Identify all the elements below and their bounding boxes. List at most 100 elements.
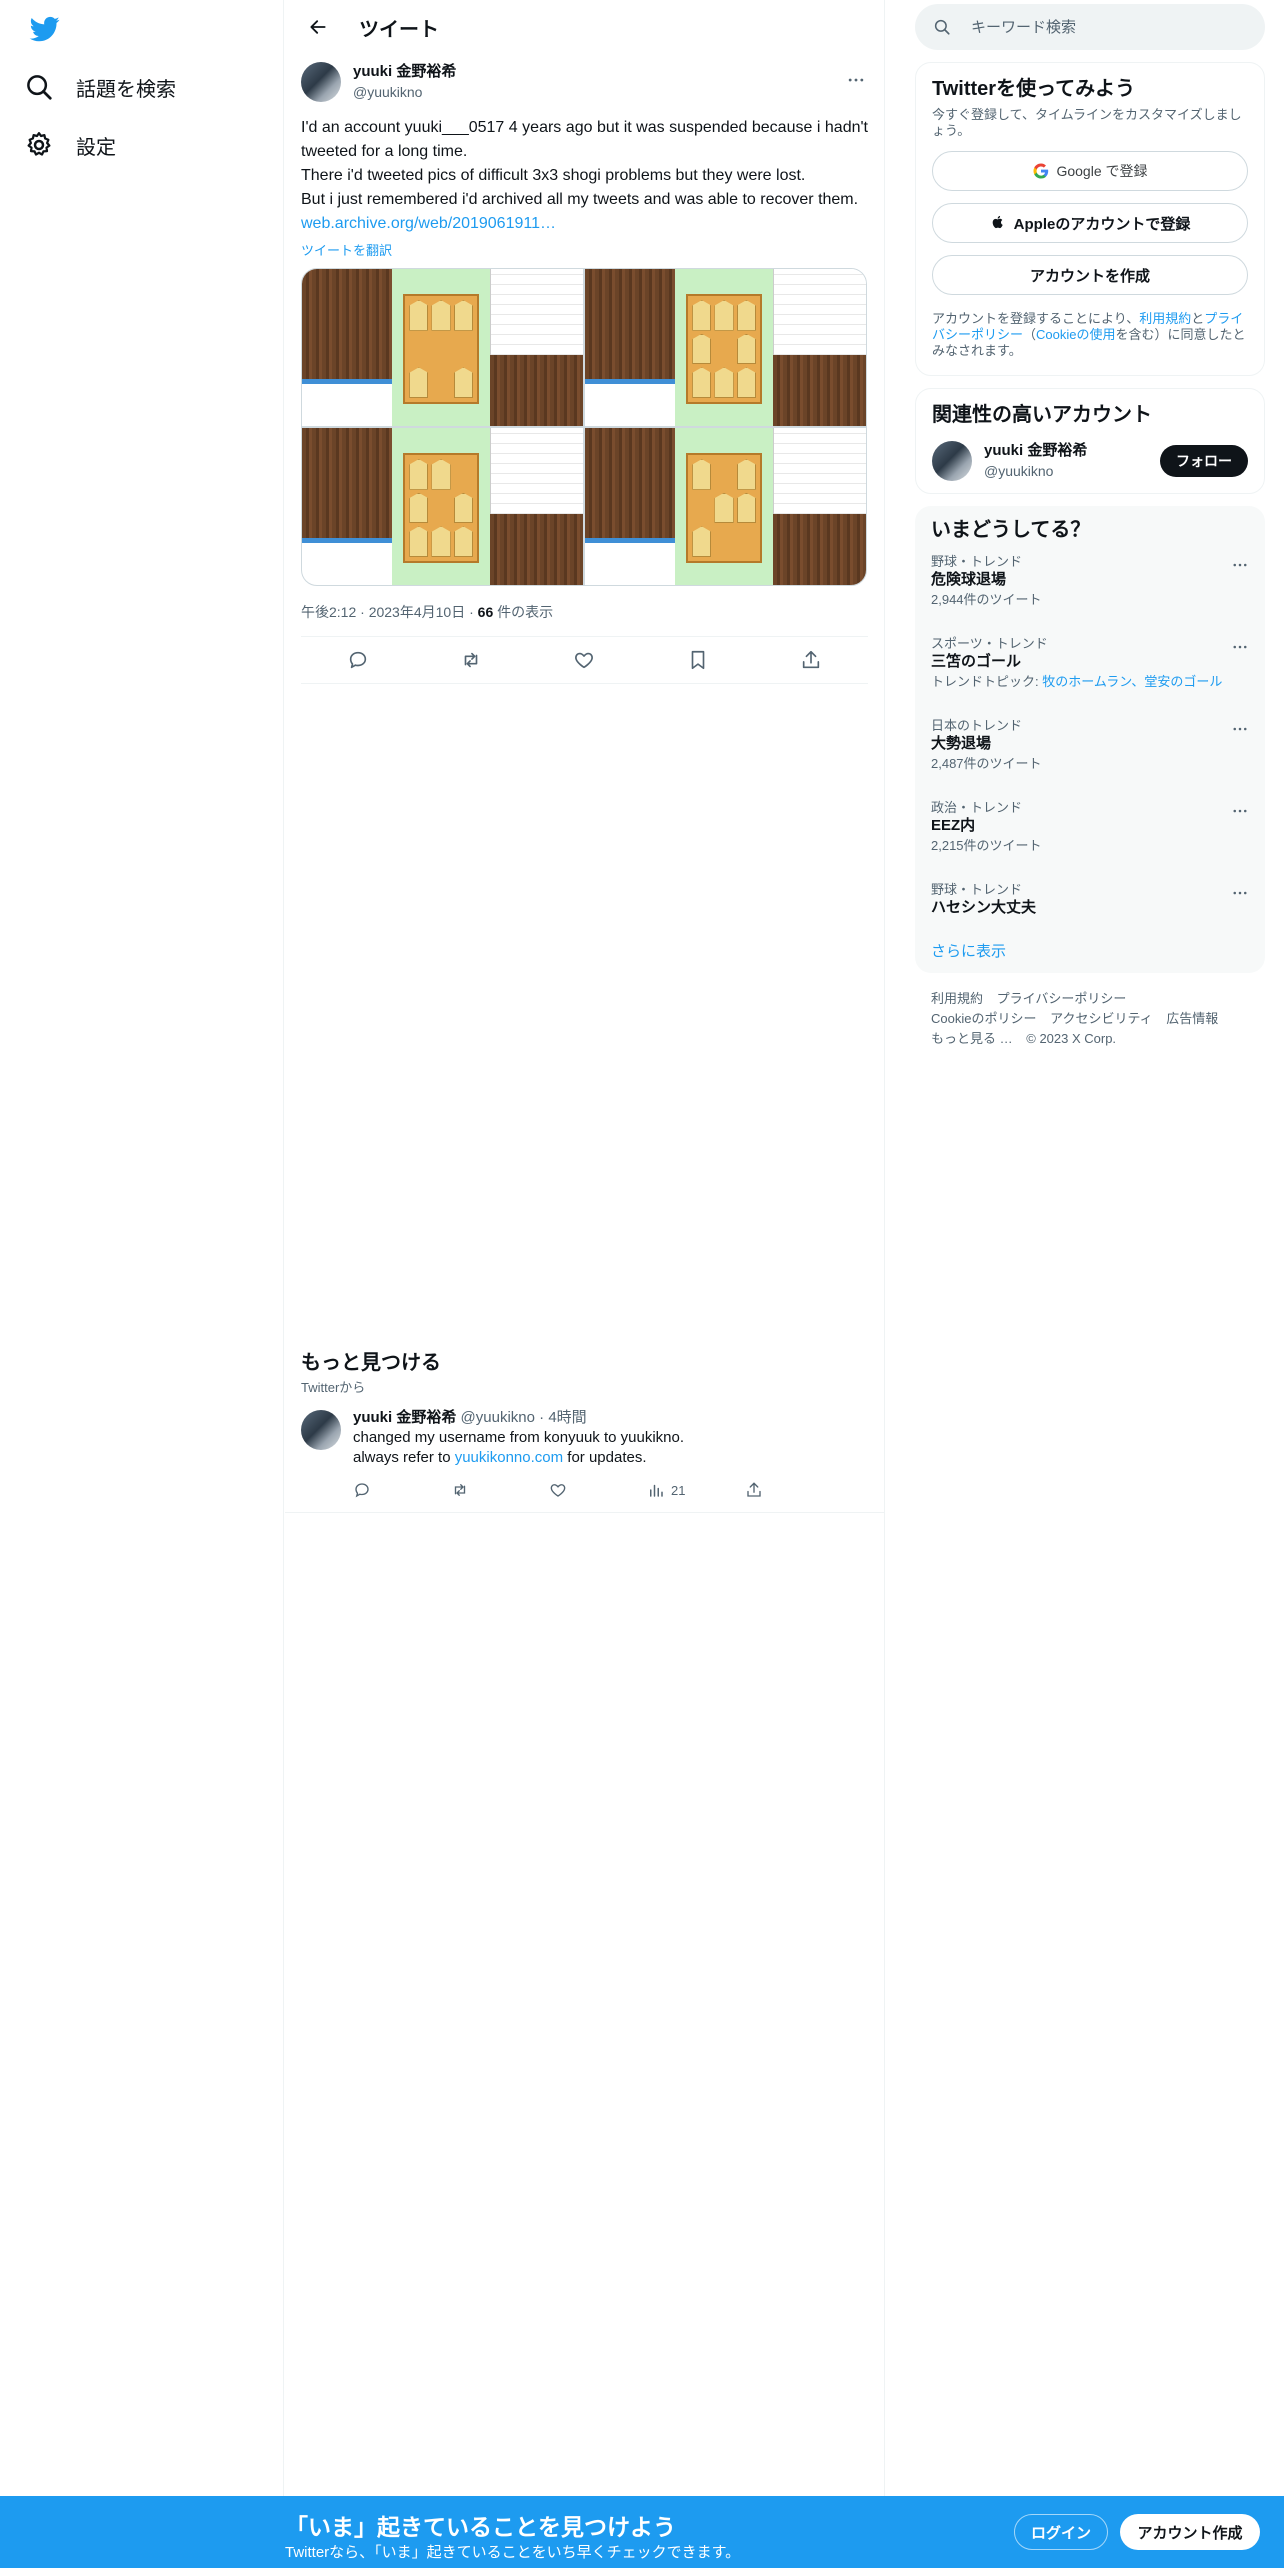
reply-icon[interactable] (347, 649, 369, 671)
cookie-link[interactable]: Cookieの使用 (1036, 327, 1115, 342)
author-handle[interactable]: @yuukikno (461, 1409, 535, 1426)
footer-link-privacy[interactable]: プライバシーポリシー (997, 991, 1127, 1006)
search-box[interactable] (915, 4, 1265, 50)
google-signup-label: Google で登録 (1056, 163, 1148, 179)
legal-notice: アカウントを登録することにより、利用規約とプライバシーポリシー（Cookieの使… (932, 311, 1248, 359)
trend-name: ハセシン大丈夫 (931, 899, 1037, 916)
signup-title: Twitterを使ってみよう (932, 78, 1136, 100)
show-more-link[interactable]: さらに表示 (915, 934, 1265, 961)
bottom-bar-subtitle: Twitterなら、「いま」起きていることをいち早くチェックできます。 (285, 2544, 741, 2561)
nav-settings[interactable]: 設定 (24, 120, 116, 170)
avatar[interactable] (932, 441, 972, 481)
tweet-time[interactable]: 午後2:12 (301, 604, 356, 620)
trend-name: 三笘のゴール (931, 653, 1022, 670)
tweet-date[interactable]: 2023年4月10日 (369, 604, 466, 620)
more-options-icon[interactable] (1231, 556, 1249, 574)
left-navigation: 話題を検索 設定 (0, 0, 284, 2496)
trend-count: 2,944件のツイート (931, 592, 1042, 607)
trend-item[interactable]: 野球・トレンド 危険球退場 2,944件のツイート (915, 544, 1265, 626)
trend-count: 2,487件のツイート (931, 756, 1042, 771)
copyright: © 2023 X Corp. (1026, 1031, 1117, 1046)
nav-explore[interactable]: 話題を検索 (24, 62, 176, 112)
related-title: 関連性の高いアカウント (932, 404, 1152, 426)
tweet-media-grid (301, 268, 867, 586)
trends-title: いまどうしてる？ (931, 519, 1091, 541)
more-options-icon[interactable] (1231, 638, 1249, 656)
shogi-image-2[interactable] (585, 269, 866, 426)
tweet-text-fragment: for updates. (563, 1449, 647, 1466)
recommended-tweet[interactable]: yuuki 金野裕希 @yuukikno · 4時間 changed my us… (285, 1408, 885, 1513)
related-account[interactable]: yuuki 金野裕希 @yuukikno フォロー (932, 441, 1248, 481)
retweet-icon[interactable] (460, 649, 482, 671)
trend-item[interactable]: 野球・トレンド ハセシン大丈夫 (915, 872, 1265, 934)
discover-more-title: もっと見つける (301, 1352, 441, 1374)
bookmark-icon[interactable] (687, 649, 709, 671)
trend-context: スポーツ・トレンド (931, 636, 1048, 651)
shogi-image-3[interactable] (302, 428, 583, 585)
trend-name: 大勢退場 (931, 735, 992, 752)
more-options-icon[interactable] (1231, 802, 1249, 820)
tweet-text-fragment: always refer to (353, 1449, 455, 1466)
recommended-tweet-text: changed my username from konyuuk to yuuk… (353, 1428, 869, 1468)
terms-link[interactable]: 利用規約 (1139, 311, 1191, 326)
google-signup-button[interactable]: Google で登録 (932, 151, 1248, 191)
right-sidebar: Twitterを使ってみよう 今すぐ登録して、タイムラインをカスタマイズしましょ… (915, 0, 1265, 1065)
trend-item[interactable]: 日本のトレンド 大勢退場 2,487件のツイート (915, 708, 1265, 790)
tweet-time[interactable]: 4時間 (548, 1409, 586, 1426)
footer-link-accessibility[interactable]: アクセシビリティ (1050, 1011, 1153, 1026)
views-chart-icon[interactable] (647, 1481, 665, 1499)
share-icon[interactable] (800, 649, 822, 671)
search-input[interactable] (971, 18, 1231, 36)
author-handle[interactable]: @yuukikno (353, 82, 456, 102)
trend-count: 2,215件のツイート (931, 838, 1042, 853)
trend-name: EEZ内 (931, 817, 976, 834)
related-accounts-card: 関連性の高いアカウント yuuki 金野裕希 @yuukikno フォロー (915, 388, 1265, 494)
legal-text: アカウントを登録することにより、 (932, 311, 1140, 326)
shogi-image-4[interactable] (585, 428, 866, 585)
author-handle[interactable]: @yuukikno (984, 461, 1160, 481)
signup-description: 今すぐ登録して、タイムラインをカスタマイズしましょう。 (932, 107, 1242, 138)
tweet-text-line: But i just remembered i'd archived all m… (301, 191, 859, 208)
like-heart-icon[interactable] (573, 649, 595, 671)
follow-button[interactable]: フォロー (1160, 445, 1248, 477)
translate-link[interactable]: ツイートを翻訳 (301, 240, 392, 259)
footer-link-terms[interactable]: 利用規約 (931, 991, 983, 1006)
twitter-bird-icon[interactable] (28, 14, 62, 44)
reply-icon[interactable] (353, 1481, 371, 1499)
trend-topic-links[interactable]: 牧のホームラン、堂安のゴール (1042, 674, 1222, 689)
login-button[interactable]: ログイン (1014, 2514, 1108, 2550)
like-heart-icon[interactable] (549, 1481, 567, 1499)
signup-button[interactable]: アカウント作成 (1120, 2514, 1260, 2550)
tweet-text-line: I'd an account yuuki___0517 4 years ago … (301, 119, 868, 160)
shogi-image-1[interactable] (302, 269, 583, 426)
main-column: ツイート yuuki 金野裕希 @yuukikno I'd an account… (285, 0, 885, 2496)
trend-item[interactable]: 政治・トレンド EEZ内 2,215件のツイート (915, 790, 1265, 872)
trend-topics: トレンドトピック: 牧のホームラン、堂安のゴール (931, 674, 1249, 690)
retweet-icon[interactable] (451, 1481, 469, 1499)
trend-item[interactable]: スポーツ・トレンド 三笘のゴール トレンドトピック: 牧のホームラン、堂安のゴー… (915, 626, 1265, 708)
trend-context: 政治・トレンド (931, 800, 1023, 815)
tweet-link[interactable]: web.archive.org/web/2019061911… (301, 215, 556, 232)
more-options-icon[interactable] (1231, 884, 1249, 902)
more-options-icon[interactable] (1231, 720, 1249, 738)
search-icon (24, 72, 54, 102)
avatar[interactable] (301, 1410, 341, 1450)
create-account-button[interactable]: アカウントを作成 (932, 255, 1248, 295)
nav-settings-label: 設定 (76, 136, 116, 159)
apple-logo-icon (990, 214, 1008, 232)
back-arrow-icon[interactable] (301, 10, 335, 44)
author-name[interactable]: yuuki 金野裕希 (353, 62, 456, 82)
apple-signup-button[interactable]: Appleのアカウントで登録 (932, 203, 1248, 243)
footer-link-more[interactable]: もっと見る … (931, 1031, 1013, 1046)
website-link[interactable]: yuukikonno.com (455, 1449, 563, 1466)
more-options-icon[interactable] (844, 68, 868, 92)
tweet-text: I'd an account yuuki___0517 4 years ago … (301, 116, 868, 236)
author-name[interactable]: yuuki 金野裕希 (984, 441, 1160, 461)
page-title: ツイート (359, 18, 439, 41)
avatar[interactable] (301, 62, 341, 102)
tweet-author: yuuki 金野裕希 @yuukikno (301, 54, 868, 110)
share-icon[interactable] (745, 1481, 763, 1499)
author-name[interactable]: yuuki 金野裕希 (353, 1409, 456, 1426)
footer-link-cookie[interactable]: Cookieのポリシー (931, 1011, 1036, 1026)
footer-link-ads[interactable]: 広告情報 (1166, 1011, 1218, 1026)
